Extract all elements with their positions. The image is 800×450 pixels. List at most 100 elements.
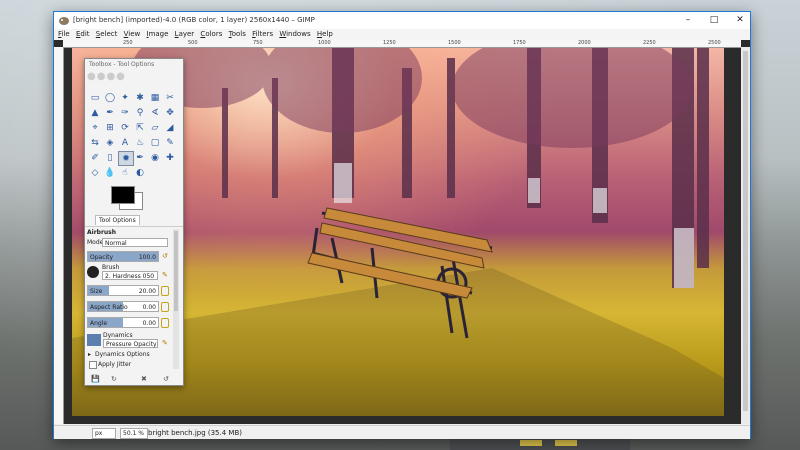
tab-tool-options[interactable]: Tool Options: [95, 215, 140, 225]
pencil-icon[interactable]: ✎: [163, 136, 177, 149]
scrollbar-thumb[interactable]: [743, 51, 748, 411]
size-slider[interactable]: Size 20.00: [87, 285, 159, 296]
vertical-ruler[interactable]: [54, 47, 64, 424]
smudge-icon[interactable]: ☝: [118, 166, 132, 179]
mode-label: Mode: [87, 239, 104, 246]
horizontal-ruler[interactable]: 250 500 750 1000 1250 1500 1750 2000 225…: [63, 40, 741, 48]
measure-icon[interactable]: ∢: [148, 106, 162, 119]
restore-options-icon[interactable]: ↻: [111, 375, 117, 383]
menu-select[interactable]: Select: [96, 30, 118, 38]
dynamics-options-expander[interactable]: Dynamics Options: [95, 351, 150, 358]
save-options-icon[interactable]: 💾: [91, 375, 100, 383]
unit-selector[interactable]: px: [92, 428, 116, 439]
fg-bg-colors[interactable]: [109, 184, 153, 212]
free-select-icon[interactable]: ✦: [118, 91, 132, 104]
shear-icon[interactable]: ▱: [148, 121, 162, 134]
edit-brush-icon[interactable]: ✎: [162, 272, 169, 279]
rect-select-icon[interactable]: ▭: [88, 91, 102, 104]
chain-link-icon[interactable]: [161, 302, 169, 312]
foreground-color-swatch[interactable]: [111, 186, 135, 204]
ruler-tick-label: 1750: [513, 40, 526, 46]
ink-icon[interactable]: ✒: [133, 151, 147, 164]
eraser-icon[interactable]: ▯: [103, 151, 117, 164]
status-message: bright bench.jpg (35.4 MB): [148, 429, 242, 437]
opacity-slider[interactable]: Opacity 100.0: [87, 251, 159, 262]
delete-options-icon[interactable]: ✖: [141, 375, 147, 383]
heal-icon[interactable]: ✚: [163, 151, 177, 164]
rotate-icon[interactable]: ⟳: [118, 121, 132, 134]
scrollbar-thumb[interactable]: [174, 231, 178, 311]
menu-edit[interactable]: Edit: [76, 30, 90, 38]
mode-select[interactable]: Normal: [102, 238, 168, 247]
apply-jitter-label: Apply Jitter: [98, 361, 132, 368]
apply-jitter-checkbox[interactable]: [89, 361, 97, 369]
fuzzy-select-icon[interactable]: ✱: [133, 91, 147, 104]
menu-filters[interactable]: Filters: [252, 30, 273, 38]
brush-preview-icon[interactable]: [87, 266, 99, 278]
aspect-value: 0.00: [142, 304, 156, 311]
perspective-clone-icon[interactable]: ◇: [88, 166, 102, 179]
ruler-tick-label: 250: [123, 40, 133, 46]
cage-transform-icon[interactable]: ◈: [103, 136, 117, 149]
blend-icon[interactable]: ▢: [148, 136, 162, 149]
dodge-burn-icon[interactable]: ◐: [133, 166, 147, 179]
dock-tab-bar: Tool Options: [85, 214, 183, 227]
clone-icon[interactable]: ◉: [148, 151, 162, 164]
menu-tools[interactable]: Tools: [229, 30, 246, 38]
move-icon[interactable]: ✥: [163, 106, 177, 119]
menu-colors[interactable]: Colors: [200, 30, 222, 38]
road-stripe: [520, 440, 542, 446]
size-value: 20.00: [138, 288, 156, 295]
angle-slider[interactable]: Angle 0.00: [87, 317, 159, 328]
ellipse-select-icon[interactable]: ◯: [103, 91, 117, 104]
brush-select[interactable]: 2. Hardness 050: [102, 271, 158, 280]
airbrush-icon[interactable]: ✹: [118, 151, 134, 166]
window-title: [bright bench] (imported)-4.0 (RGB color…: [73, 16, 315, 24]
toolbox-title: Toolbox - Tool Options: [89, 61, 155, 68]
scale-icon[interactable]: ⇱: [133, 121, 147, 134]
scissors-icon[interactable]: ✂: [163, 91, 177, 104]
gimp-app-icon: [59, 17, 69, 25]
color-select-icon[interactable]: ▦: [148, 91, 162, 104]
ruler-tick-label: 2500: [708, 40, 721, 46]
menu-view[interactable]: View: [124, 30, 141, 38]
vertical-scrollbar[interactable]: [741, 47, 750, 424]
crop-icon[interactable]: ⊞: [103, 121, 117, 134]
close-button[interactable]: ✕: [726, 12, 754, 29]
dynamics-icon[interactable]: [87, 334, 101, 346]
maximize-button[interactable]: □: [700, 12, 728, 29]
zoom-field[interactable]: 50.1 %: [120, 428, 148, 439]
menu-file[interactable]: File: [58, 30, 70, 38]
expand-arrow-icon[interactable]: ▸: [88, 351, 91, 358]
chain-link-icon[interactable]: [161, 286, 169, 296]
tool-options-scrollbar[interactable]: [173, 229, 179, 369]
reset-icon[interactable]: ↺: [162, 253, 169, 260]
minimize-button[interactable]: –: [674, 12, 702, 29]
align-icon[interactable]: ⌖: [88, 121, 102, 134]
foreground-select-icon[interactable]: ▲: [88, 106, 102, 119]
dynamics-select[interactable]: Pressure Opacity: [103, 339, 158, 348]
perspective-icon[interactable]: ◢: [163, 121, 177, 134]
flip-icon[interactable]: ⇆: [88, 136, 102, 149]
road-stripe: [555, 440, 577, 446]
paintbrush-icon[interactable]: ✐: [88, 151, 102, 164]
menu-windows[interactable]: Windows: [279, 30, 310, 38]
menu-image[interactable]: Image: [146, 30, 168, 38]
chain-link-icon[interactable]: [161, 318, 169, 328]
menu-help[interactable]: Help: [317, 30, 333, 38]
ruler-tick-label: 750: [253, 40, 263, 46]
edit-dynamics-icon[interactable]: ✎: [162, 340, 169, 347]
reset-options-icon[interactable]: ↺: [163, 375, 169, 383]
zoom-icon[interactable]: ⚲: [133, 106, 147, 119]
aspect-label: Aspect Ratio: [90, 304, 128, 311]
opacity-label: Opacity: [90, 254, 114, 261]
tool-name: Airbrush: [87, 229, 117, 236]
color-picker-icon[interactable]: ✑: [118, 106, 132, 119]
text-icon[interactable]: A: [118, 136, 132, 149]
blur-icon[interactable]: 💧: [103, 166, 117, 179]
menu-layer[interactable]: Layer: [175, 30, 195, 38]
paths-icon[interactable]: ✒: [103, 106, 117, 119]
title-bar[interactable]: [bright bench] (imported)-4.0 (RGB color…: [54, 12, 750, 29]
aspect-ratio-slider[interactable]: Aspect Ratio 0.00: [87, 301, 159, 312]
bucket-fill-icon[interactable]: ♨: [133, 136, 147, 149]
